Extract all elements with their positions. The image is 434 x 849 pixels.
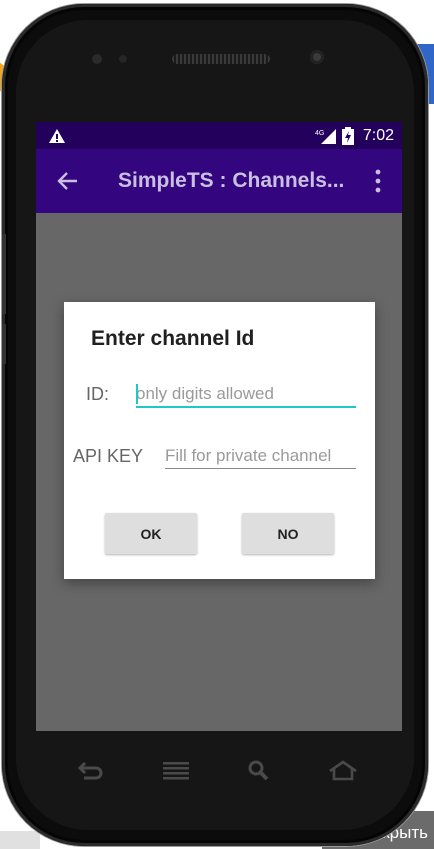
channel-id-input[interactable]: only digits allowed [136,382,356,408]
no-button[interactable]: NO [242,513,334,554]
volume-button [2,234,6,314]
power-button [2,324,6,364]
status-bar: 4G 7:02 [36,122,402,149]
search-nav-icon[interactable] [244,757,274,783]
device-screen: 4G 7:02 SimpleTS : Channels... Enter cha… [36,122,402,731]
toolbar-title: SimpleTS : Channels... [118,169,345,192]
network-label: 4G [315,130,324,137]
api-key-label: API KEY [73,446,144,466]
app-toolbar: SimpleTS : Channels... [36,149,402,213]
front-camera [310,50,324,64]
text-cursor [136,384,138,404]
background-gray-shape [0,831,40,849]
earpiece-speaker [172,54,270,64]
more-vert-icon[interactable] [374,169,382,193]
api-key-input[interactable]: Fill for private channel [165,444,356,469]
channel-id-placeholder: only digits allowed [136,384,274,403]
channel-id-dialog: Enter channel Id ID: only digits allowed… [64,302,375,579]
dialog-title: Enter channel Id [91,327,255,350]
api-key-placeholder: Fill for private channel [165,446,332,465]
id-label: ID: [86,384,110,404]
status-time: 7:02 [362,127,394,144]
signal-4g-icon: 4G [315,129,336,144]
back-nav-icon[interactable] [76,757,106,783]
status-icons: 4G 7:02 [315,126,394,146]
ok-button[interactable]: OK [105,513,197,554]
home-nav-icon[interactable] [328,757,358,783]
navigation-bar [36,733,402,807]
menu-nav-icon[interactable] [161,757,191,783]
warning-icon [49,129,65,143]
proximity-sensor [92,54,102,64]
battery-icon [341,127,354,145]
arrow-back-icon[interactable] [56,170,78,192]
light-sensor [119,55,127,63]
